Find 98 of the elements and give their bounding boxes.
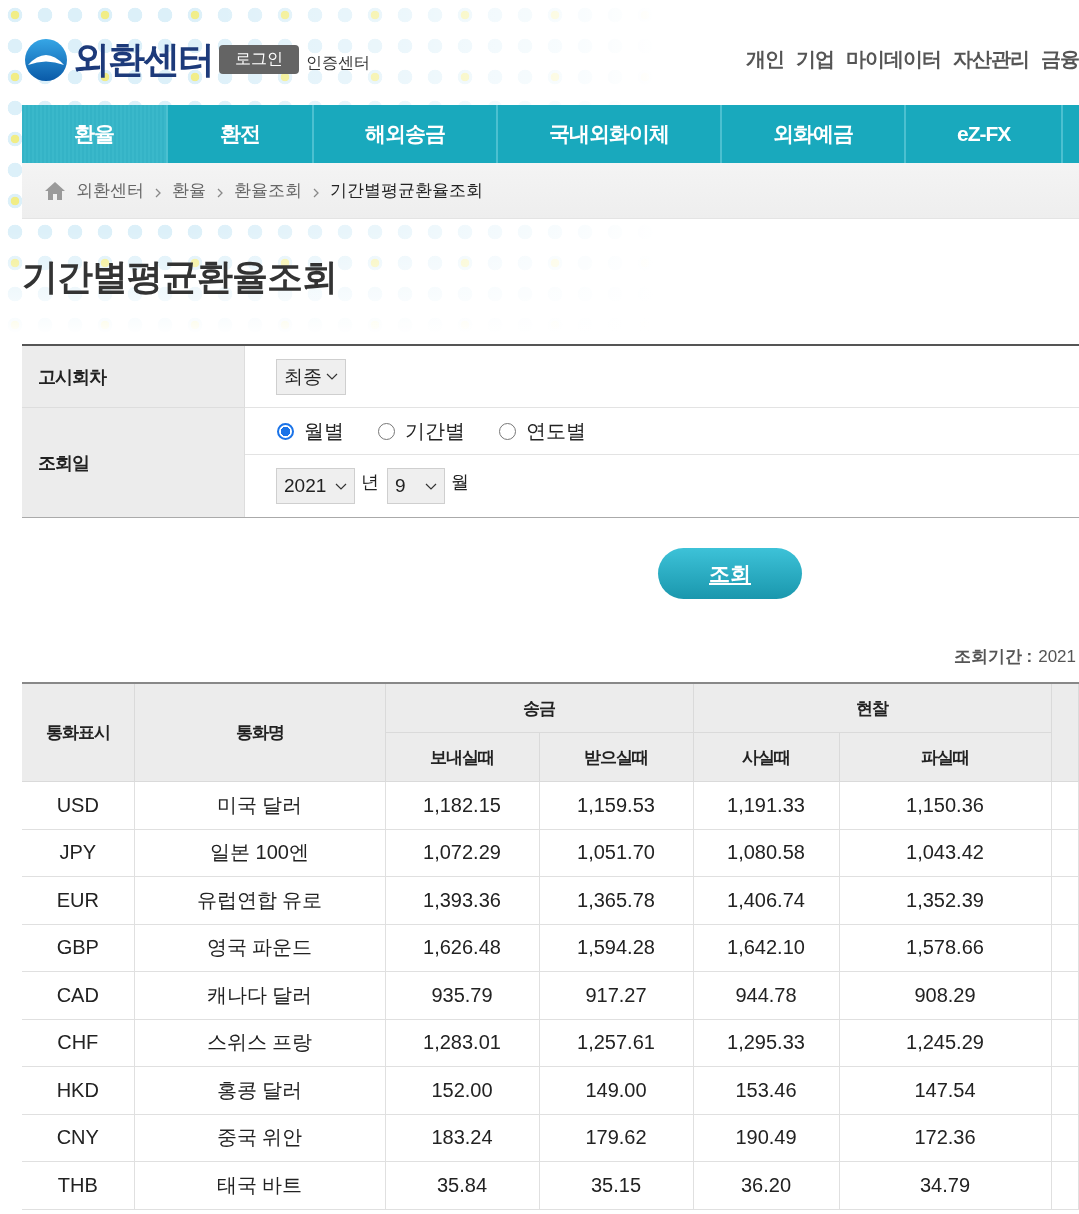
table-cell: 917.27 [539, 971, 693, 1019]
dropdown[interactable]: 9 [387, 468, 445, 504]
table-cell: 1,080.58 [693, 829, 839, 877]
table-cell: 유럽연합 유로 [134, 876, 385, 924]
table-cell: 미국 달러 [134, 781, 385, 829]
table-cell: 1,578.66 [839, 924, 1051, 972]
column-header: 받으실때 [539, 732, 693, 782]
table-cell: 34.79 [839, 1161, 1051, 1209]
table-cell: 1,406.74 [693, 876, 839, 924]
table-cell: USD [22, 781, 134, 829]
table-cell: CAD [22, 971, 134, 1019]
chevron-down-icon [326, 373, 338, 380]
table-cell: 스위스 프랑 [134, 1019, 385, 1067]
table-cell: HKD [22, 1066, 134, 1114]
table-cell: 중국 위안 [134, 1114, 385, 1162]
table-cell: 147.54 [839, 1066, 1051, 1114]
form-label: 고시회차 [22, 346, 245, 408]
chevron-right-icon [217, 187, 223, 198]
column-header: 통화명 [134, 683, 385, 782]
table-cell: 1,043.42 [839, 829, 1051, 877]
radio-option[interactable]: 연도별 [499, 417, 586, 445]
column-header: 보내실때 [385, 732, 539, 782]
radio-option[interactable]: 월별 [277, 417, 344, 445]
page-title: 기간별평균환율조회 [22, 255, 338, 299]
radio-button[interactable] [378, 422, 395, 440]
table-cell: 영국 파운드 [134, 924, 385, 972]
table-cell: 36.20 [693, 1161, 839, 1209]
column-group-header: 송금 [385, 683, 693, 733]
table-cell: 183.24 [385, 1114, 539, 1162]
column-header: 사실때 [693, 732, 839, 782]
radio-button[interactable] [277, 422, 294, 440]
table-cell: 179.62 [539, 1114, 693, 1162]
column-header: 통화표시 [22, 683, 134, 782]
table-cell: 1,642.10 [693, 924, 839, 972]
logo-icon [25, 38, 67, 81]
column-header: 파실때 [839, 732, 1051, 782]
breadcrumb-link[interactable]: 기간별평균환율조회 [330, 179, 483, 202]
table-cell: 152.00 [385, 1066, 539, 1114]
top-menu-link[interactable]: 자산관리 [953, 46, 1029, 73]
table-cell: 1,150.36 [839, 781, 1051, 829]
table-cell: 1,072.29 [385, 829, 539, 877]
table-cell: 908.29 [839, 971, 1051, 1019]
breadcrumb-link[interactable]: 환율 [172, 179, 206, 202]
table-cell: 1,245.29 [839, 1019, 1051, 1067]
table-cell: 153.46 [693, 1066, 839, 1114]
table-cell: 35.15 [539, 1161, 693, 1209]
period-value: 2021 [1038, 647, 1076, 667]
dropdown[interactable]: 2021 [276, 468, 355, 504]
top-menu-link[interactable]: 기업 [796, 46, 834, 73]
table-cell: THB [22, 1161, 134, 1209]
certificate-center-link[interactable]: 인증센터 [306, 53, 370, 74]
table-cell: 1,393.36 [385, 876, 539, 924]
table-cell: 1,159.53 [539, 781, 693, 829]
table-cell: 1,352.39 [839, 876, 1051, 924]
table-cell: 캐나다 달러 [134, 971, 385, 1019]
table-cell: 태국 바트 [134, 1161, 385, 1209]
table-cell: JPY [22, 829, 134, 877]
table-cell: 944.78 [693, 971, 839, 1019]
dropdown[interactable]: 최종 [276, 358, 346, 395]
column-group-header: 현찰 [693, 683, 1051, 733]
table-cell: 1,257.61 [539, 1019, 693, 1067]
logo-text: 외환센터 [73, 37, 213, 82]
table-cell: 홍콩 달러 [134, 1066, 385, 1114]
table-cell: GBP [22, 924, 134, 972]
year-unit-label: 년 [361, 471, 379, 494]
table-cell: 일본 100엔 [134, 829, 385, 877]
table-cell: 1,283.01 [385, 1019, 539, 1067]
table-cell: 1,051.70 [539, 829, 693, 877]
table-cell: CHF [22, 1019, 134, 1067]
table-cell: 1,594.28 [539, 924, 693, 972]
table-cell: 35.84 [385, 1161, 539, 1209]
table-cell: 172.36 [839, 1114, 1051, 1162]
top-menu-link[interactable]: 금융 [1041, 46, 1079, 73]
chevron-right-icon [313, 187, 319, 198]
chevron-down-icon [335, 482, 347, 490]
period-label: 조회기간 : [953, 646, 1033, 668]
chevron-down-icon [425, 482, 437, 490]
home-icon[interactable] [45, 181, 65, 200]
breadcrumb-link[interactable]: 환율조회 [234, 179, 302, 202]
table-cell: 1,191.33 [693, 781, 839, 829]
table-cell: CNY [22, 1114, 134, 1162]
table-cell: 1,182.15 [385, 781, 539, 829]
table-cell: EUR [22, 876, 134, 924]
table-cell: 1,365.78 [539, 876, 693, 924]
radio-button[interactable] [499, 422, 516, 440]
table-cell: 935.79 [385, 971, 539, 1019]
radio-option[interactable]: 기간별 [378, 417, 465, 445]
month-unit-label: 월 [451, 471, 469, 494]
table-cell: 149.00 [539, 1066, 693, 1114]
table-cell: 1,295.33 [693, 1019, 839, 1067]
chevron-right-icon [155, 187, 161, 198]
table-cell: 190.49 [693, 1114, 839, 1162]
breadcrumb-link[interactable]: 외환센터 [76, 179, 144, 202]
top-menu-link[interactable]: 개인 [746, 46, 784, 73]
top-menu-link[interactable]: 마이데이터 [846, 46, 941, 73]
login-button[interactable]: 로그인 [219, 45, 299, 74]
table-cell: 1,626.48 [385, 924, 539, 972]
form-label: 조회일 [22, 408, 245, 517]
